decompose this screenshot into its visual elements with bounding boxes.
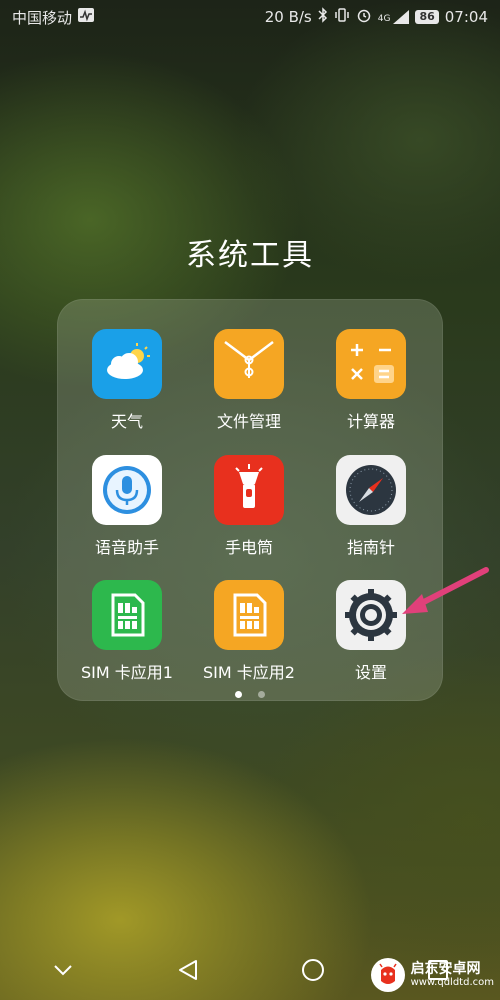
app-sim-card-2[interactable]: SIM 卡应用2 xyxy=(189,580,309,683)
app-label: 文件管理 xyxy=(216,412,281,431)
app-label: 天气 xyxy=(110,412,143,431)
app-calculator[interactable]: 计算器 xyxy=(311,329,431,432)
weather-icon xyxy=(92,329,162,399)
carrier-name: 中国移动 xyxy=(12,8,73,27)
network-type: 4G xyxy=(377,14,391,24)
app-weather[interactable]: 天气 xyxy=(67,329,187,432)
watermark-url: www.qdldtd.com xyxy=(410,977,494,989)
app-compass[interactable]: 指南针 xyxy=(311,455,431,558)
app-label: SIM 卡应用2 xyxy=(203,663,295,682)
vibrate-icon xyxy=(334,7,350,27)
status-bar: 中国移动 20 B/s 4G 86 07:04 xyxy=(0,0,500,34)
app-sim-card-1[interactable]: SIM 卡应用1 xyxy=(67,580,187,683)
sim-card-icon xyxy=(214,580,284,650)
watermark: 启东安卓网 www.qdldtd.com xyxy=(370,958,494,992)
settings-gear-icon xyxy=(336,580,406,650)
compass-icon xyxy=(336,455,406,525)
watermark-logo-icon xyxy=(370,958,405,992)
app-voice-assistant[interactable]: 语音助手 xyxy=(67,455,187,558)
app-file-manager[interactable]: 文件管理 xyxy=(189,329,309,432)
watermark-name: 启东安卓网 xyxy=(410,960,481,977)
battery-level: 86 xyxy=(415,10,439,24)
calculator-icon xyxy=(336,329,406,399)
app-label: 语音助手 xyxy=(94,538,159,557)
sim-card-icon xyxy=(92,580,162,650)
app-flashlight[interactable]: 手电筒 xyxy=(189,455,309,558)
flashlight-icon xyxy=(214,455,284,525)
microphone-icon xyxy=(92,455,162,525)
network-speed: 20 B/s xyxy=(264,8,312,26)
page-indicator[interactable] xyxy=(0,683,500,702)
app-label: 计算器 xyxy=(346,412,395,431)
page-dot[interactable] xyxy=(257,691,265,698)
bluetooth-icon xyxy=(318,7,328,27)
clock: 07:04 xyxy=(444,8,488,26)
folder-file-icon xyxy=(214,329,284,399)
app-label: 指南针 xyxy=(346,538,395,557)
folder-title[interactable]: 系统工具 xyxy=(0,230,500,274)
collapse-icon[interactable] xyxy=(43,950,83,990)
app-label: SIM 卡应用1 xyxy=(81,663,173,682)
pointer-arrow-icon xyxy=(402,567,489,614)
app-label: 手电筒 xyxy=(224,538,273,557)
activity-icon xyxy=(78,8,95,26)
app-label: 设置 xyxy=(354,663,387,682)
home-icon[interactable] xyxy=(293,950,333,990)
alarm-icon xyxy=(356,7,372,27)
page-dot-active[interactable] xyxy=(235,691,243,698)
back-icon[interactable] xyxy=(168,950,208,990)
signal-icon: 4G xyxy=(378,10,410,24)
